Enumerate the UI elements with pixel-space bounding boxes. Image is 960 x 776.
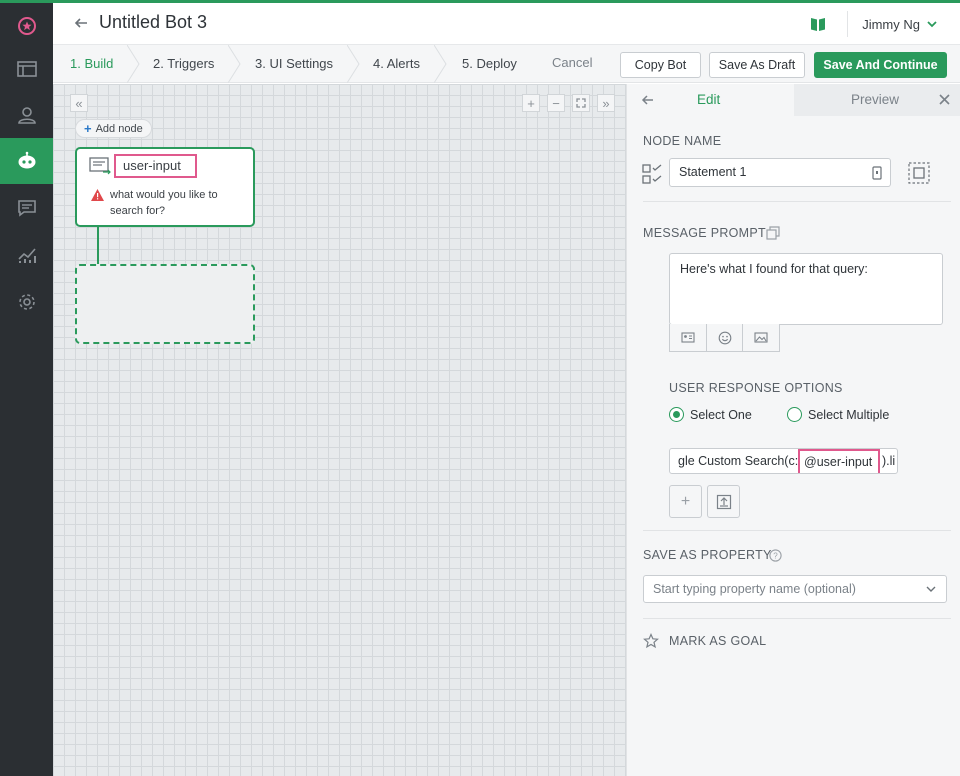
zoom-out-icon[interactable]: −	[547, 94, 565, 112]
copy-bot-button[interactable]: Copy Bot	[620, 52, 701, 78]
step-deploy[interactable]: 5. Deploy	[462, 56, 517, 71]
save-and-continue-button[interactable]: Save And Continue	[814, 52, 947, 78]
settings-gear-icon[interactable]	[0, 279, 53, 325]
mark-as-goal-toggle[interactable]: MARK AS GOAL	[643, 633, 766, 649]
tab-edit[interactable]: Edit	[627, 84, 794, 116]
upload-option-button[interactable]	[707, 485, 740, 518]
bots-icon[interactable]	[0, 138, 53, 184]
step-separator	[228, 45, 241, 83]
step-separator	[347, 45, 360, 83]
node-name-label[interactable]: user-input	[114, 154, 197, 178]
divider	[643, 618, 951, 619]
property-placeholder: Start typing property name (optional)	[653, 582, 856, 596]
radio-select-one-label: Select One	[690, 407, 752, 422]
message-prompt-textarea[interactable]: Here's what I found for that query:	[669, 253, 943, 325]
collapse-left-icon[interactable]: «	[70, 94, 88, 112]
sidebar	[0, 3, 53, 776]
document-icon	[872, 166, 882, 180]
expand-right-icon[interactable]: »	[597, 94, 615, 112]
zoom-in-icon[interactable]: +	[522, 94, 540, 112]
book-icon[interactable]	[809, 15, 827, 33]
plus-icon: +	[84, 121, 92, 136]
contacts-icon[interactable]	[0, 92, 53, 138]
close-icon[interactable]	[938, 93, 951, 106]
add-node-button[interactable]: + Add node	[75, 119, 152, 138]
header-divider	[847, 11, 849, 37]
conversations-icon[interactable]	[0, 185, 53, 231]
flow-node[interactable]: user-input what would you like to search…	[75, 147, 255, 227]
response-option-input[interactable]: gle Custom Search(c: @user-input ).li	[669, 448, 898, 474]
divider	[643, 530, 951, 531]
fit-screen-icon[interactable]	[572, 94, 590, 112]
step-alerts[interactable]: 4. Alerts	[373, 56, 420, 71]
checklist-icon[interactable]	[642, 164, 663, 185]
tab-preview-label: Preview	[851, 92, 900, 107]
chevron-down-icon[interactable]	[926, 18, 938, 30]
response-prefix-text: gle Custom Search(c:	[678, 454, 799, 468]
save-as-property-title: SAVE AS PROPERTY	[643, 548, 772, 562]
message-prompt-title: MESSAGE PROMPT	[643, 226, 766, 240]
step-build[interactable]: 1. Build	[70, 56, 113, 71]
radio-button-checked	[669, 407, 684, 422]
divider	[643, 201, 951, 202]
node-message-text: what would you like to search for?	[110, 189, 218, 217]
placeholder-node[interactable]	[75, 264, 255, 344]
save-as-draft-button[interactable]: Save As Draft	[709, 52, 805, 78]
radio-select-multiple-label: Select Multiple	[808, 407, 890, 422]
message-toolbar	[669, 324, 780, 352]
copy-icon[interactable]	[766, 226, 780, 240]
node-name-value: Statement 1	[679, 165, 747, 179]
image-icon[interactable]	[743, 324, 779, 351]
back-arrow-icon[interactable]	[641, 93, 655, 107]
add-node-label: Add node	[95, 122, 143, 135]
app-logo-icon[interactable]	[0, 3, 53, 49]
contact-card-icon[interactable]	[670, 324, 707, 351]
tab-edit-label: Edit	[697, 92, 721, 107]
svg-text:?: ?	[773, 552, 778, 561]
dashboard-icon[interactable]	[0, 46, 53, 92]
step-bar: 1. Build 2. Triggers 3. UI Settings 4. A…	[53, 45, 960, 83]
page-title: Untitled Bot 3	[99, 12, 208, 32]
message-prompt-value: Here's what I found for that query:	[680, 262, 868, 276]
response-variable-highlight[interactable]: @user-input	[798, 449, 880, 473]
step-ui-settings[interactable]: 3. UI Settings	[255, 56, 333, 71]
step-separator	[127, 45, 140, 83]
node-name-title: NODE NAME	[643, 134, 722, 148]
radio-button-unchecked	[787, 407, 802, 422]
star-icon	[643, 633, 659, 649]
back-arrow-icon[interactable]	[73, 15, 89, 31]
upload-icon	[716, 494, 731, 509]
cancel-link[interactable]: Cancel	[552, 55, 592, 70]
warning-icon	[91, 189, 104, 201]
user-response-title: USER RESPONSE OPTIONS	[669, 381, 843, 395]
step-separator	[434, 45, 447, 83]
flow-canvas[interactable]: « + − » + Add node user-input what would…	[53, 84, 626, 776]
edit-panel: Edit Preview NODE NAME Statement 1 MESSA…	[626, 84, 960, 776]
property-name-select[interactable]: Start typing property name (optional)	[643, 575, 947, 603]
tab-preview[interactable]: Preview	[794, 84, 960, 116]
header-bar: Untitled Bot 3 Jimmy Ng	[53, 3, 960, 45]
node-name-field[interactable]: Statement 1	[669, 158, 891, 187]
add-option-button[interactable]: +	[669, 485, 702, 518]
emoji-icon[interactable]	[707, 324, 744, 351]
statement-icon	[89, 157, 111, 175]
mark-as-goal-label: MARK AS GOAL	[669, 634, 767, 648]
response-suffix-text: ).li	[882, 454, 896, 468]
select-node-icon[interactable]	[908, 162, 930, 184]
user-name[interactable]: Jimmy Ng	[862, 17, 920, 32]
help-icon[interactable]: ?	[769, 549, 782, 562]
radio-select-one[interactable]: Select One	[669, 407, 752, 422]
analytics-icon[interactable]	[0, 232, 53, 278]
step-triggers[interactable]: 2. Triggers	[153, 56, 214, 71]
node-connector	[97, 227, 99, 265]
radio-select-multiple[interactable]: Select Multiple	[787, 407, 889, 422]
chevron-down-icon	[926, 586, 936, 592]
